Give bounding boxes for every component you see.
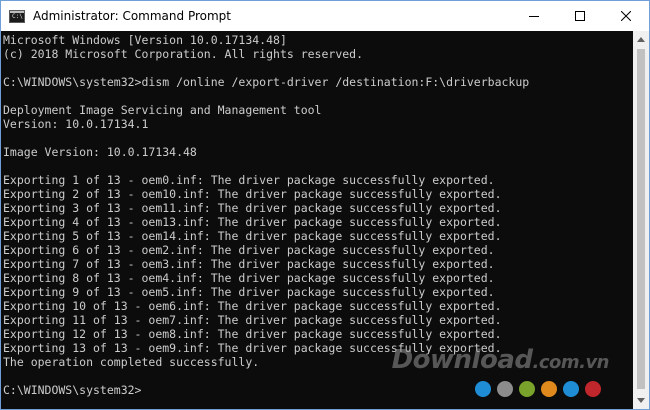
- console-line: Exporting 3 of 13 - oem11.inf: The drive…: [3, 201, 502, 215]
- watermark-text: Download: [391, 345, 533, 375]
- console-line: Deployment Image Servicing and Managemen…: [3, 103, 322, 117]
- chevron-up-icon: [637, 37, 645, 42]
- watermark-dot: [585, 381, 601, 397]
- console-line: Exporting 12 of 13 - oem8.inf: The drive…: [3, 327, 502, 341]
- watermark-logo: Download.com.vn: [391, 345, 610, 375]
- watermark-dot: [475, 381, 491, 397]
- scroll-down-button[interactable]: [633, 392, 649, 409]
- console-line: C:\WINDOWS\system32>dism /online /export…: [3, 75, 530, 89]
- watermark-suffix: .com.vn: [532, 352, 609, 373]
- minimize-button[interactable]: [511, 1, 557, 31]
- watermark-dot: [541, 381, 557, 397]
- title-bar[interactable]: C:\ Administrator: Command Prompt: [1, 1, 649, 31]
- chevron-down-icon: [637, 398, 645, 403]
- watermark-dot: [563, 381, 579, 397]
- cmd-app-icon[interactable]: C:\: [9, 9, 25, 23]
- console-line: Exporting 5 of 13 - oem14.inf: The drive…: [3, 229, 502, 243]
- console-line: Version: 10.0.17134.1: [3, 117, 149, 131]
- console-line: Exporting 11 of 13 - oem7.inf: The drive…: [3, 313, 502, 327]
- console-line: Exporting 6 of 13 - oem2.inf: The driver…: [3, 243, 495, 257]
- console-line: Exporting 10 of 13 - oem6.inf: The drive…: [3, 299, 502, 313]
- console-line: (c) 2018 Microsoft Corporation. All righ…: [3, 47, 364, 61]
- console-line: Microsoft Windows [Version 10.0.17134.48…: [3, 33, 287, 47]
- vertical-scrollbar[interactable]: [633, 31, 649, 409]
- console-line: Exporting 8 of 13 - oem4.inf: The driver…: [3, 271, 495, 285]
- cmd-icon-glyph: C:\: [12, 12, 23, 20]
- window-title: Administrator: Command Prompt: [33, 9, 231, 23]
- close-button[interactable]: [603, 1, 649, 31]
- watermark-dots: [475, 381, 601, 397]
- console-line: Exporting 2 of 13 - oem10.inf: The drive…: [3, 187, 502, 201]
- console-line: Exporting 1 of 13 - oem0.inf: The driver…: [3, 173, 495, 187]
- close-icon: [621, 11, 631, 21]
- minimize-icon: [529, 16, 539, 17]
- console-line: Image Version: 10.0.17134.48: [3, 145, 197, 159]
- maximize-icon: [575, 11, 585, 21]
- console-line: Exporting 7 of 13 - oem3.inf: The driver…: [3, 257, 495, 271]
- scroll-up-button[interactable]: [633, 31, 649, 48]
- console-line: Exporting 9 of 13 - oem5.inf: The driver…: [3, 285, 495, 299]
- command-prompt-window: C:\ Administrator: Command Prompt Micros…: [0, 0, 650, 410]
- watermark-dot: [497, 381, 513, 397]
- scroll-thumb[interactable]: [637, 49, 645, 389]
- console-line: Exporting 4 of 13 - oem13.inf: The drive…: [3, 215, 502, 229]
- maximize-button[interactable]: [557, 1, 603, 31]
- watermark-dot: [519, 381, 535, 397]
